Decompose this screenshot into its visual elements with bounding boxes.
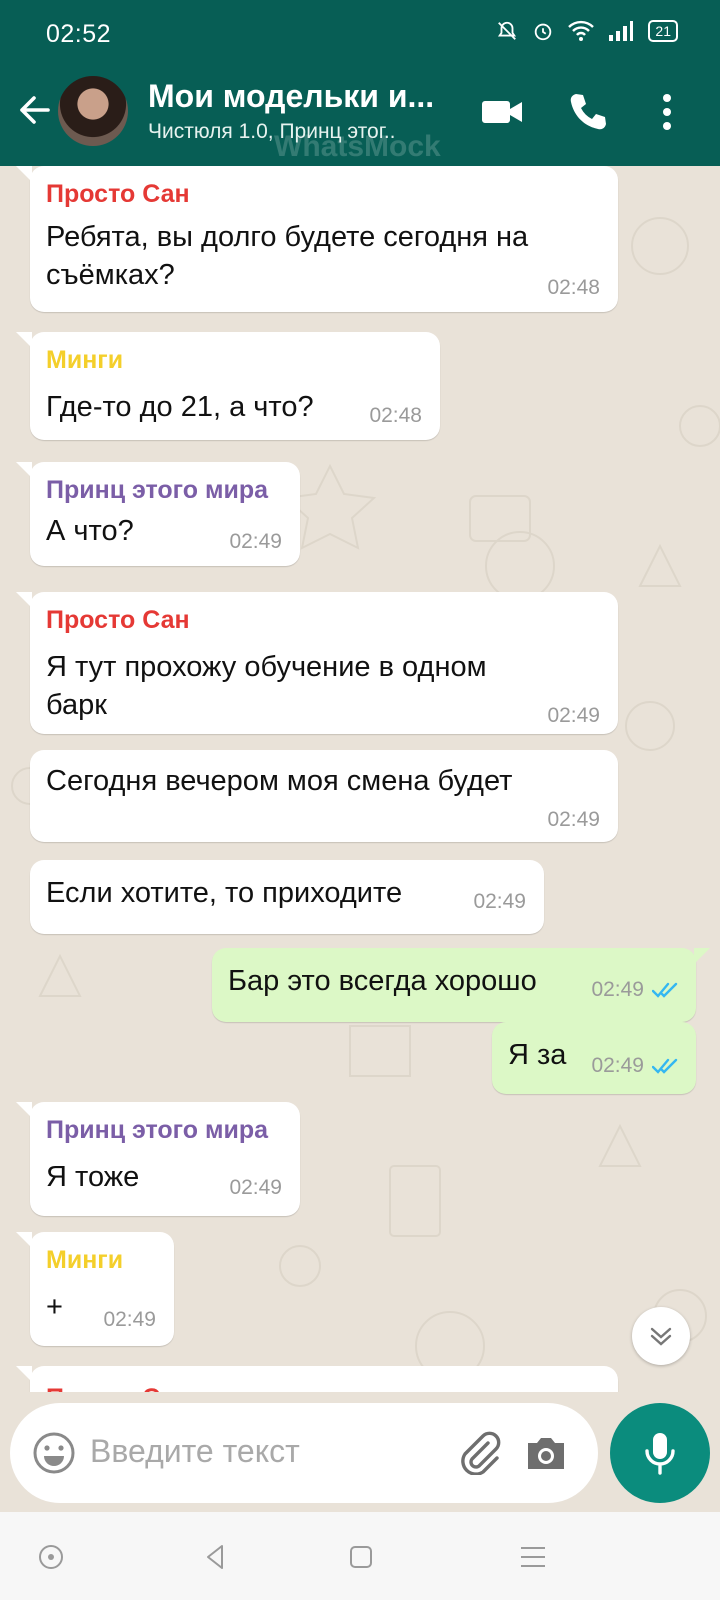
message-bubble-outgoing[interactable]: Я за 02:49 — [492, 1022, 696, 1094]
system-navigation-bar — [0, 1512, 720, 1600]
signal-icon — [609, 21, 634, 41]
sender-name: Принц этого мира — [46, 476, 269, 504]
message-bubble-incoming[interactable]: Просто Сан Ребята, вы долго будете сегод… — [16, 166, 618, 312]
message-text: Если хотите, то приходите — [46, 874, 402, 912]
battery-icon: 21 — [648, 20, 678, 42]
sender-name: Просто Сан — [46, 180, 190, 208]
message-bubble-incoming[interactable]: Принц этого мира А что? 02:49 — [16, 462, 300, 566]
emoji-icon[interactable] — [32, 1431, 76, 1475]
message-composer: Введите текст — [10, 1403, 598, 1503]
message-bubble-incoming[interactable]: Просто Сан Я тут прохожу обучение в одно… — [16, 592, 618, 734]
message-text: Я за — [508, 1036, 566, 1074]
message-line: Сегодня вечером моя смена будет — [46, 765, 513, 797]
status-bar: 02:52 21 — [0, 0, 720, 58]
sender-name: Просто Сан — [46, 1384, 190, 1392]
read-ticks-icon — [652, 982, 678, 998]
sender-name: Просто Сан — [46, 606, 190, 634]
attach-icon[interactable] — [456, 1429, 502, 1475]
message-time: 02:48 — [369, 404, 422, 427]
message-text: + — [46, 1288, 63, 1326]
back-arrow-icon[interactable] — [14, 90, 54, 130]
message-bubble-incoming[interactable]: Если хотите, то приходите 02:49 — [30, 860, 544, 934]
read-ticks-icon — [652, 1058, 678, 1074]
camera-icon[interactable] — [522, 1429, 570, 1477]
message-time: 02:49 — [229, 1176, 282, 1199]
video-call-icon[interactable] — [478, 88, 526, 136]
message-line: съёмках? — [46, 259, 175, 291]
phone-icon[interactable] — [564, 88, 612, 136]
message-text: Я тут прохожу обучение в одном барк — [46, 648, 487, 724]
message-line: Я тут прохожу обучение в одном — [46, 651, 487, 683]
message-time: 02:49 — [229, 530, 282, 553]
message-time: 02:48 — [547, 276, 600, 299]
status-time: 02:52 — [46, 20, 112, 48]
microphone-icon — [645, 1433, 675, 1475]
chat-title[interactable]: Мои модельки и... — [148, 78, 434, 115]
message-text: Я тоже — [46, 1158, 139, 1196]
message-line: А что? — [46, 515, 134, 547]
message-line: Ребята, вы долго будете сегодня на — [46, 221, 529, 253]
alarm-icon — [535, 23, 552, 41]
status-icons: 21 — [496, 20, 678, 42]
message-time: 02:49 — [591, 1054, 644, 1077]
message-line: + — [46, 1291, 63, 1323]
message-line: Я тоже — [46, 1161, 140, 1193]
back-icon[interactable] — [200, 1542, 230, 1572]
message-bubble-incoming[interactable]: Минги + 02:49 — [16, 1232, 174, 1346]
message-text: Где-то до 21, а что? — [46, 388, 314, 426]
double-chevron-down-icon — [650, 1327, 672, 1346]
muted-bell-icon — [498, 21, 517, 40]
sender-name: Принц этого мира — [46, 1116, 269, 1144]
message-text: Бар это всегда хорошо — [228, 962, 537, 1000]
message-bubble-incoming[interactable]: Просто Сан — [16, 1366, 618, 1392]
message-bubble-incoming[interactable]: Принц этого мира Я тоже 02:49 — [16, 1102, 300, 1216]
message-line: Я за — [508, 1039, 567, 1071]
message-time: 02:49 — [103, 1308, 156, 1331]
message-line: Бар это всегда хорошо — [228, 965, 537, 997]
message-text: А что? — [46, 512, 134, 550]
message-time: 02:49 — [591, 978, 644, 1001]
message-bubble-incoming[interactable]: Сегодня вечером моя смена будет 02:49 — [30, 750, 618, 842]
recents-icon[interactable] — [518, 1542, 548, 1572]
message-time: 02:49 — [547, 808, 600, 831]
sender-name: Минги — [46, 346, 124, 374]
message-text: Ребята, вы долго будете сегодня на съёмк… — [46, 218, 528, 294]
message-bubble-incoming[interactable]: Минги Где-то до 21, а что? 02:48 — [16, 332, 440, 440]
watermark: WhatsMock — [274, 130, 441, 163]
message-text: Сегодня вечером моя смена будет — [46, 762, 512, 800]
voice-message-button[interactable] — [610, 1403, 710, 1503]
scroll-to-bottom-button[interactable] — [632, 1307, 690, 1365]
home-icon[interactable] — [346, 1542, 376, 1572]
wifi-icon — [568, 20, 595, 41]
sender-name: Минги — [46, 1246, 124, 1274]
more-options-icon[interactable] — [652, 88, 682, 136]
message-line: Если хотите, то приходите — [46, 877, 403, 909]
message-bubble-outgoing[interactable]: Бар это всегда хорошо 02:49 — [212, 948, 710, 1022]
message-input[interactable]: Введите текст — [90, 1433, 300, 1470]
chat-header: Мои модельки и... Чистюля 1.0, Принц это… — [0, 58, 720, 166]
message-time: 02:49 — [473, 890, 526, 913]
group-avatar[interactable] — [58, 76, 128, 146]
message-line: барк — [46, 689, 107, 721]
message-list[interactable]: Просто Сан Ребята, вы долго будете сегод… — [0, 166, 720, 1392]
message-line: Где-то до 21, а что? — [46, 391, 314, 423]
assistant-icon[interactable] — [36, 1542, 66, 1572]
message-time: 02:49 — [547, 704, 600, 727]
